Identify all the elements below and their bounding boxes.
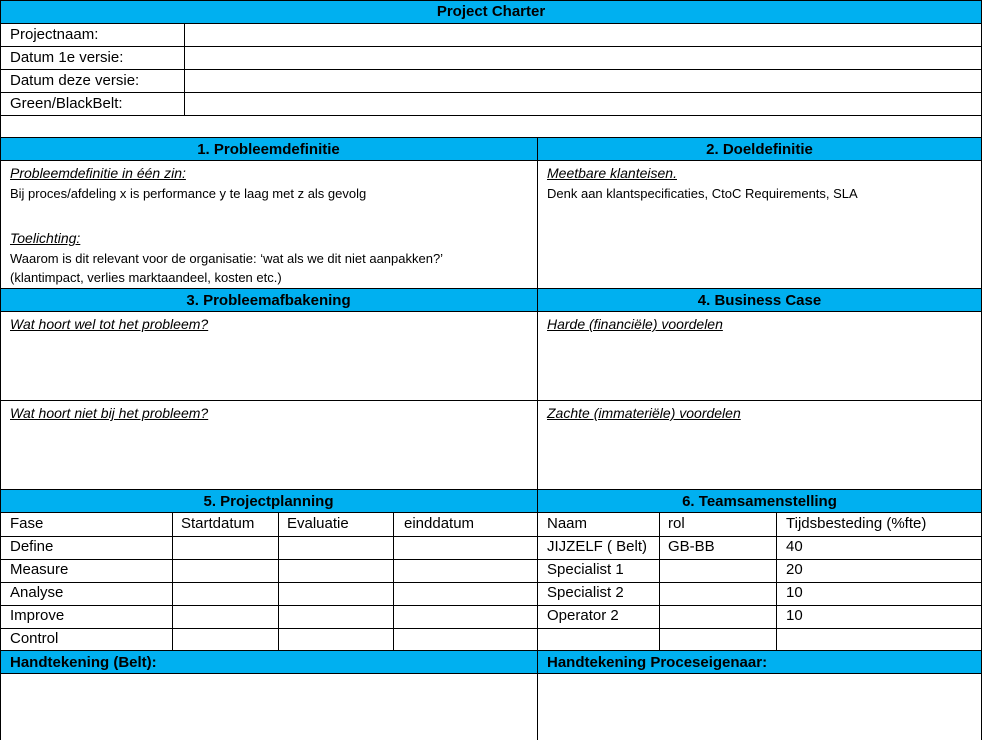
grid-line — [278, 512, 279, 651]
team-col-tijdsbesteding: Tijdsbesteding (%fte) — [786, 515, 927, 532]
section-title-projectplanning: 5. Projectplanning — [203, 493, 334, 510]
grid-line — [981, 0, 982, 740]
business-case-zachte-voordelen: Zachte (immateriële) voordelen — [547, 405, 741, 421]
page-title: Project Charter — [436, 3, 546, 20]
field-label-datum-deze-versie: Datum deze versie: — [10, 72, 140, 89]
toelichting-subheading: Toelichting: — [10, 230, 81, 246]
grid-line — [0, 400, 982, 401]
grid-line — [393, 512, 394, 651]
grid-line — [0, 605, 982, 606]
team-row-tijd: 20 — [786, 561, 803, 578]
grid-line — [0, 582, 982, 583]
field-value-datum-eerste-versie[interactable] — [192, 47, 972, 69]
grid-line — [0, 536, 982, 537]
field-label-projectnaam: Projectnaam: — [10, 26, 99, 43]
field-label-datum-eerste-versie: Datum 1e versie: — [10, 49, 124, 66]
planning-col-einddatum: einddatum — [404, 515, 475, 532]
grid-line — [0, 288, 982, 289]
team-row-tijd: 10 — [786, 607, 803, 624]
grid-line — [0, 559, 982, 560]
grid-line — [0, 650, 982, 651]
doeldefinitie-subheading: Meetbare klanteisen. — [547, 165, 677, 181]
probleemdefinitie-subheading: Probleemdefinitie in één zin: — [10, 165, 186, 181]
grid-line — [0, 628, 982, 629]
planning-row-control: Control — [10, 630, 59, 647]
grid-line — [0, 137, 982, 138]
planning-row-measure: Measure — [10, 561, 69, 578]
probleemafbakening-wel: Wat hoort wel tot het probleem? — [10, 316, 209, 332]
section-title-business-case: 4. Business Case — [697, 292, 822, 309]
signature-belt-title: Handtekening (Belt): — [10, 654, 157, 671]
grid-line — [0, 489, 982, 490]
field-value-belt[interactable] — [192, 93, 972, 115]
planning-col-startdatum: Startdatum — [181, 515, 255, 532]
probleemdefinitie-text: Bij proces/afdeling x is performance y t… — [10, 186, 367, 201]
section-title-probleemafbakening: 3. Probleemafbakening — [186, 292, 351, 309]
team-col-rol: rol — [668, 515, 685, 532]
planning-row-improve: Improve — [10, 607, 65, 624]
grid-line — [537, 137, 538, 740]
team-row-tijd: 40 — [786, 538, 803, 555]
planning-row-analyse: Analyse — [10, 584, 64, 601]
team-row-rol: GB-BB — [668, 538, 715, 555]
section-title-teamsamenstelling: 6. Teamsamenstelling — [682, 493, 837, 510]
planning-col-fase: Fase — [10, 515, 44, 532]
team-row-tijd: 10 — [786, 584, 803, 601]
field-value-datum-deze-versie[interactable] — [192, 70, 972, 92]
probleemafbakening-niet: Wat hoort niet bij het probleem? — [10, 405, 209, 421]
grid-line — [184, 23, 185, 115]
team-row-naam: Specialist 2 — [547, 584, 624, 601]
toelichting-text-line1: Waarom is dit relevant voor de organisat… — [10, 251, 444, 266]
team-row-naam: JIJZELF ( Belt) — [547, 538, 648, 555]
grid-line — [0, 0, 1, 740]
grid-line — [172, 512, 173, 651]
signature-proceseigenaar-title: Handtekening Proceseigenaar: — [547, 654, 768, 671]
team-row-naam: Operator 2 — [547, 607, 619, 624]
signature-belt-area[interactable] — [1, 674, 537, 740]
planning-row-define: Define — [10, 538, 54, 555]
field-label-belt: Green/BlackBelt: — [10, 95, 123, 112]
field-value-projectnaam[interactable] — [192, 24, 972, 46]
toelichting-text-line2: (klantimpact, verlies marktaandeel, kost… — [10, 270, 282, 285]
team-row-naam: Specialist 1 — [547, 561, 624, 578]
grid-line — [0, 115, 982, 116]
grid-line — [659, 512, 660, 651]
team-col-naam: Naam — [547, 515, 588, 532]
grid-line — [776, 512, 777, 651]
section-title-doeldefinitie: 2. Doeldefinitie — [706, 141, 813, 158]
section-title-probleemdefinitie: 1. Probleemdefinitie — [197, 141, 340, 158]
business-case-harde-voordelen: Harde (financiële) voordelen — [547, 316, 723, 332]
planning-col-evaluatie: Evaluatie — [287, 515, 349, 532]
signature-proceseigenaar-area[interactable] — [538, 674, 981, 740]
doeldefinitie-text: Denk aan klantspecificaties, CtoC Requir… — [547, 186, 858, 201]
